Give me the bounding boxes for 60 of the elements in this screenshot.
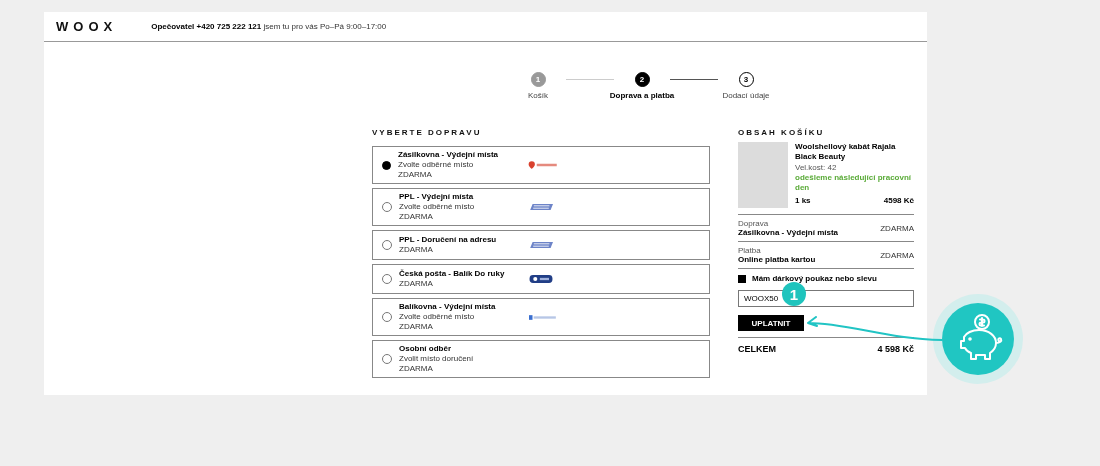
shipping-option[interactable]: Osobní odběr Zvolit místo doručení ZDARMA	[372, 340, 710, 378]
piggy-bank-icon	[942, 303, 1014, 375]
option-name: Česká pošta - Balík Do ruky	[399, 269, 506, 279]
shipping-option[interactable]: PPL - Výdejní místa Zvolte odběrné místo ZDARMA	[372, 188, 710, 226]
radio-button[interactable]	[382, 202, 392, 212]
option-price: ZDARMA	[399, 322, 434, 332]
option-note: Zvolte odběrné místo	[399, 202, 476, 212]
step-label[interactable]: Košík	[528, 91, 548, 100]
radio-button[interactable]	[382, 160, 391, 170]
summary-value: Zásilkovna - Výdejní místa	[738, 228, 839, 237]
product-name[interactable]: Woolshellový kabát Rajala Black Beauty	[795, 142, 914, 162]
shipping-option[interactable]: Balíkovna - Výdejní místa Zvolte odběrné místo ZDARMA	[372, 298, 710, 336]
summary-price: ZDARMA	[880, 223, 914, 233]
option-note: Zvolit místo doručení	[399, 354, 475, 364]
option-note: Zvolte odběrné místo	[398, 160, 475, 170]
step-number[interactable]: 3	[738, 72, 754, 87]
radio-button[interactable]	[382, 354, 392, 364]
section-title: OBSAH KOŠÍKU	[738, 128, 826, 137]
section-title: VYBERTE DOPRAVU	[372, 128, 483, 137]
option-name: PPL - Doručení na adresu	[399, 235, 498, 245]
option-price: ZDARMA	[399, 364, 434, 374]
option-name: Balíkovna - Výdejní místa	[399, 302, 497, 312]
shipping-note: odešleme následující pracovní den	[795, 173, 913, 193]
checkbox-label[interactable]: Mám dárkový poukaz nebo slevu	[752, 274, 877, 283]
radio-button[interactable]	[382, 274, 392, 284]
option-name: Osobní odběr	[399, 344, 452, 354]
total-value: 4 598 Kč	[877, 344, 914, 354]
logo[interactable]: WOOX	[56, 19, 118, 34]
shipping-option[interactable]: PPL - Doručení na adresu ZDARMA	[372, 230, 710, 260]
carrier-logo-icon	[529, 275, 553, 283]
shipping-option[interactable]: Zásilkovna - Výdejní místa Zvolte odběrné místo ZDARMA	[372, 146, 710, 184]
radio-button[interactable]	[382, 312, 392, 322]
carrier-logo-icon	[529, 314, 557, 320]
contact-text: Opečovatel +420 725 222 121 jsem tu pro vás Po–Pá 9:00–17:00	[151, 22, 387, 31]
quantity: 1 ks	[795, 196, 811, 205]
summary-price: ZDARMA	[880, 250, 914, 260]
product-size: Vel.kost: 42	[795, 163, 838, 172]
option-name: PPL - Výdejní místa	[399, 192, 475, 202]
total-label: CELKEM	[738, 344, 776, 354]
summary-label: Platba	[738, 246, 762, 255]
option-name: Zásilkovna - Výdejní místa	[398, 150, 500, 160]
summary-label: Doprava	[738, 219, 770, 228]
step-number[interactable]: 2	[634, 72, 650, 87]
carrier-logo-icon	[529, 204, 553, 210]
option-price: ZDARMA	[399, 245, 434, 255]
option-price: ZDARMA	[399, 279, 434, 289]
carrier-logo-icon	[529, 242, 553, 248]
option-note: Zvolte odběrné místo	[399, 312, 476, 322]
pin-logo-icon	[528, 161, 558, 169]
option-price: ZDARMA	[398, 170, 433, 180]
photo-placeholder	[738, 142, 788, 208]
radio-button[interactable]	[382, 240, 392, 250]
product-price: 4598 Kč	[883, 196, 914, 205]
shipping-option[interactable]: Česká pošta - Balík Do ruky ZDARMA	[372, 264, 710, 294]
summary-value: Online platba kartou	[738, 255, 816, 264]
step-label[interactable]: Dodací údaje	[722, 91, 770, 100]
option-price: ZDARMA	[399, 212, 434, 222]
apply-button[interactable]: UPLATNIT	[738, 315, 804, 331]
step-label[interactable]: Doprava a platba	[609, 91, 675, 100]
checkbox[interactable]	[738, 274, 746, 283]
